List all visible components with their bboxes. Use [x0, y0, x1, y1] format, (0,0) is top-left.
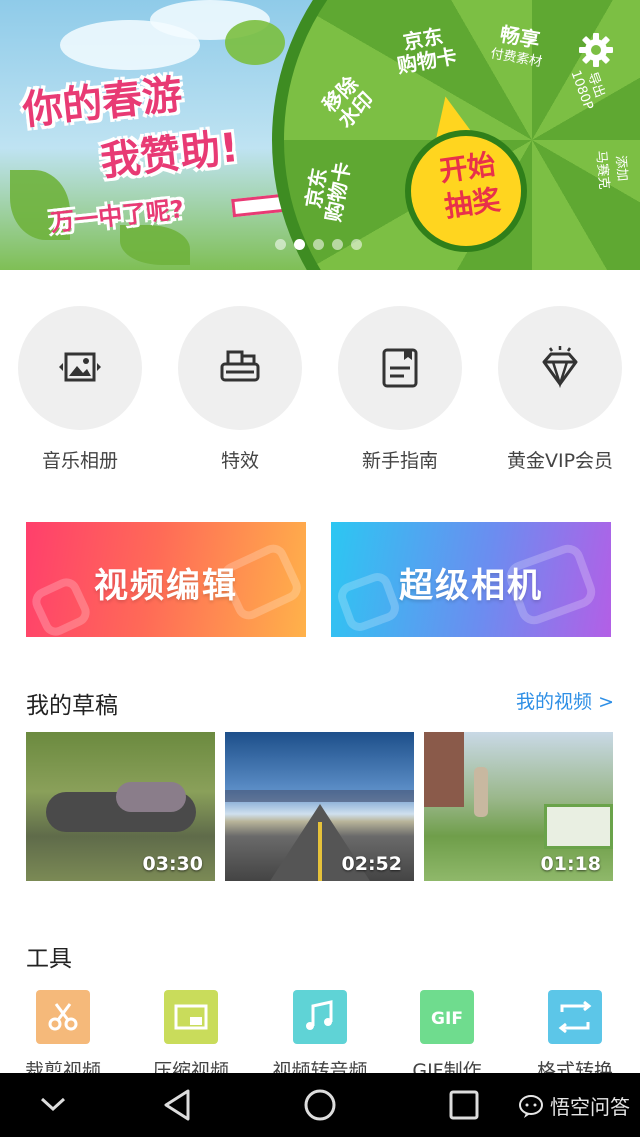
- wheel-segment: 京东 购物卡: [392, 23, 458, 78]
- carousel-dot-active[interactable]: [294, 239, 305, 250]
- quick-entry-circle[interactable]: [18, 306, 142, 430]
- wheel-segment-sub: 马赛克: [592, 149, 612, 191]
- wheel-segment: 添加 马赛克: [593, 148, 634, 190]
- tool-format-convert[interactable]: 格式转换: [511, 990, 639, 1083]
- draft-duration: 01:18: [540, 853, 601, 875]
- chat-bubble-icon: [519, 1094, 543, 1118]
- watermark-text: 悟空问答: [550, 1095, 630, 1119]
- drafts-section-title: 我的草稿: [26, 693, 118, 719]
- leaf-decoration: [120, 225, 190, 265]
- carousel-dot[interactable]: [332, 239, 343, 250]
- thumbnail-building: [424, 732, 464, 807]
- thumbnail-road-line: [318, 822, 322, 881]
- back-icon[interactable]: [160, 1087, 196, 1127]
- tool-gif-maker[interactable]: GIF GIF制作: [383, 990, 511, 1083]
- wheel-segment-main: 添加: [612, 154, 630, 182]
- carousel-indicator: [275, 239, 362, 250]
- tool-video-to-audio[interactable]: 视频转音频: [256, 990, 384, 1083]
- my-videos-link[interactable]: 我的视频 >: [516, 687, 614, 714]
- photo-album-icon: [59, 352, 101, 382]
- thumbnail-person: [474, 767, 488, 817]
- quick-entry-music-album[interactable]: 音乐相册: [0, 306, 160, 473]
- draft-thumbnail[interactable]: 03:30: [26, 732, 215, 881]
- tools-section-title: 工具: [26, 946, 72, 972]
- carousel-dot[interactable]: [351, 239, 362, 250]
- thumbnail-mountains: [225, 790, 414, 802]
- quick-entry-circle[interactable]: [338, 306, 462, 430]
- gear-icon[interactable]: [576, 30, 616, 70]
- super-camera-label: 超级相机: [399, 566, 543, 606]
- quick-entry-label: 特效: [220, 450, 259, 472]
- super-camera-card[interactable]: 超级相机: [331, 522, 611, 637]
- quick-entry-label: 黄金VIP会员: [506, 450, 614, 472]
- wheel-segment: 畅享 付费素材: [489, 22, 548, 74]
- gif-icon[interactable]: GIF: [420, 990, 474, 1044]
- recent-apps-icon[interactable]: [446, 1087, 482, 1127]
- diamond-icon: [542, 346, 578, 389]
- quick-entry-row: 音乐相册 特效 新手指南 黄金VIP会员: [0, 306, 640, 476]
- svg-text:GIF: GIF: [431, 1009, 463, 1029]
- scissors-icon[interactable]: [36, 990, 90, 1044]
- video-edit-card[interactable]: 视频编辑: [26, 522, 306, 637]
- quick-entry-guide[interactable]: 新手指南: [320, 306, 480, 473]
- draft-thumbnail[interactable]: 02:52: [225, 732, 414, 881]
- promo-banner[interactable]: 你的春游 我赞助! 万一中了呢? 京东 购物卡 畅享 付费素材 移除 水印 京东…: [0, 0, 640, 270]
- quick-entry-circle[interactable]: [178, 306, 302, 430]
- draft-duration: 02:52: [341, 853, 402, 875]
- thumbnail-figure: [116, 782, 186, 812]
- carousel-dot[interactable]: [275, 239, 286, 250]
- video-edit-label: 视频编辑: [94, 566, 238, 606]
- effects-icon: [220, 350, 260, 382]
- tool-trim-video[interactable]: 裁剪视频: [0, 990, 127, 1083]
- system-navigation-bar: 悟空问答: [0, 1073, 640, 1137]
- draft-duration: 03:30: [142, 853, 203, 875]
- quick-entry-effects[interactable]: 特效: [160, 306, 320, 473]
- tool-compress-video[interactable]: 压缩视频: [127, 990, 255, 1083]
- quick-entry-vip[interactable]: 黄金VIP会员: [480, 306, 640, 473]
- quick-entry-circle[interactable]: [498, 306, 622, 430]
- carousel-dot[interactable]: [313, 239, 324, 250]
- music-note-icon[interactable]: [293, 990, 347, 1044]
- frog-decoration: [225, 20, 285, 65]
- thumbnail-bench: [544, 804, 613, 849]
- convert-icon[interactable]: [548, 990, 602, 1044]
- home-icon[interactable]: [302, 1087, 338, 1127]
- quick-entry-label: 音乐相册: [41, 450, 118, 472]
- chevron-down-icon[interactable]: [38, 1087, 68, 1127]
- guide-icon: [382, 348, 418, 388]
- compress-icon[interactable]: [164, 990, 218, 1044]
- quick-entry-label: 新手指南: [361, 450, 438, 472]
- watermark: 悟空问答: [518, 1091, 630, 1120]
- start-draw-label: 开始 抽奖: [437, 147, 503, 224]
- draft-thumbnail[interactable]: 01:18: [424, 732, 613, 881]
